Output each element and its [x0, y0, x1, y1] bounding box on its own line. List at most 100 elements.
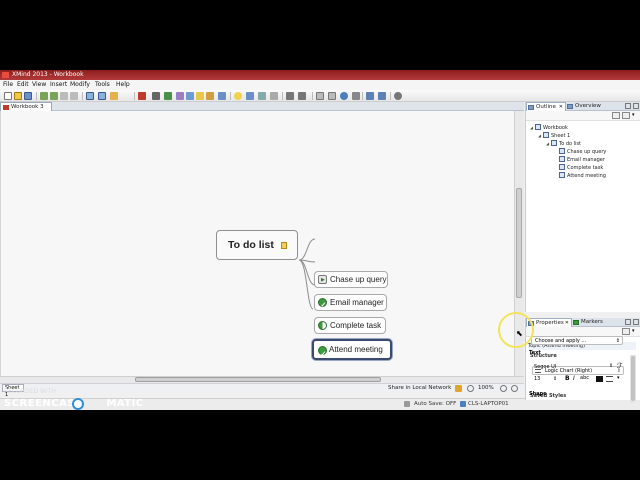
autosave-status[interactable]: Auto Save: OFF [414, 400, 456, 408]
saved-styles-select[interactable]: Choose and apply ... ⇕ [531, 336, 623, 345]
attachment-icon[interactable] [206, 92, 214, 100]
menu-tools[interactable]: Tools [95, 80, 110, 90]
chevron-down-icon[interactable]: ▾ [617, 375, 620, 381]
strikethrough-icon[interactable]: abc [580, 375, 589, 381]
xmind-window: XMind 2013 - Workbook File Edit View Ins… [0, 70, 640, 410]
label-icon[interactable] [246, 92, 254, 100]
computer-name: CLS-LAPTOP01 [468, 401, 509, 407]
web-icon[interactable] [340, 92, 348, 100]
font-dialog-icon[interactable]: ℱ [617, 362, 623, 370]
tab-overview[interactable]: Overview [566, 102, 606, 111]
central-topic[interactable]: To do list [216, 230, 298, 260]
topic-label: Complete task [330, 321, 382, 330]
topic-email-manager[interactable]: Email manager [314, 294, 387, 313]
callout-icon[interactable] [110, 92, 118, 100]
open-icon[interactable] [14, 92, 22, 100]
share-network-status[interactable]: Share in Local Network [388, 384, 451, 392]
menu-view[interactable]: View [32, 80, 46, 90]
cut-icon[interactable] [60, 92, 68, 100]
topic-icon [559, 156, 565, 162]
redo-icon[interactable] [50, 92, 58, 100]
expand-all-icon[interactable] [622, 112, 630, 119]
gear-icon[interactable] [394, 92, 402, 100]
sheet-icon [543, 132, 549, 138]
marker-icon[interactable] [138, 92, 146, 100]
tree-topic[interactable]: Complete task [559, 164, 603, 172]
task-done-icon[interactable] [318, 346, 327, 363]
tree-workbook[interactable]: ◢ Workbook [530, 124, 568, 132]
menu-file[interactable]: File [3, 80, 13, 90]
tab-workbook[interactable]: Workbook 3 [0, 102, 52, 111]
share-icon[interactable] [366, 92, 374, 100]
view-menu-icon[interactable]: ▾ [632, 112, 638, 119]
chevron-down-icon[interactable]: ⇕ [553, 376, 557, 382]
audio-icon[interactable] [270, 92, 278, 100]
tab-properties-label: Properties [536, 320, 564, 326]
properties-scroll-thumb[interactable] [631, 356, 635, 401]
align-icon[interactable] [606, 376, 613, 382]
topic-complete-task[interactable]: Complete task [314, 317, 386, 334]
font-size-field[interactable]: 13 [534, 376, 540, 382]
italic-icon[interactable]: I [573, 375, 575, 382]
autosave-icon [404, 401, 410, 407]
relationship-icon[interactable] [152, 92, 160, 100]
tab-workbook-label: Workbook 3 [11, 104, 44, 110]
task-done-icon[interactable] [318, 298, 327, 313]
branch-line [298, 259, 314, 310]
task-start-icon[interactable] [318, 275, 327, 284]
horizontal-scroll-thumb[interactable] [135, 377, 381, 382]
note-icon[interactable] [281, 242, 287, 249]
zoom-in-icon[interactable] [500, 385, 507, 392]
presentation-icon[interactable] [316, 92, 324, 100]
title-bar: XMind 2013 - Workbook [0, 70, 640, 80]
menu-modify[interactable]: Modify [70, 80, 90, 90]
menu-insert[interactable]: Insert [50, 80, 67, 90]
tree-topic[interactable]: Email manager [559, 156, 605, 164]
drill-up-icon[interactable] [298, 92, 306, 100]
topic-chase-up-query[interactable]: Chase up query [314, 271, 388, 288]
gantt-icon[interactable] [328, 92, 336, 100]
save-icon[interactable] [24, 92, 32, 100]
fit-map-icon[interactable] [511, 385, 518, 392]
minimize-icon[interactable] [625, 103, 631, 109]
tree-sheet[interactable]: ◢ Sheet 1 [538, 132, 570, 140]
undo-icon[interactable] [40, 92, 48, 100]
summary-icon[interactable] [176, 92, 184, 100]
editor-tab-strip: Workbook 3 [0, 102, 524, 111]
bold-icon[interactable]: B [565, 375, 570, 382]
tab-outline[interactable]: Outline ✕ [526, 102, 566, 111]
maximize-icon[interactable] [633, 103, 639, 109]
maximize-icon[interactable] [633, 319, 639, 325]
text-color-icon[interactable] [596, 376, 603, 382]
menu-help[interactable]: Help [116, 80, 130, 90]
subtopic-icon[interactable] [98, 92, 106, 100]
task-icon[interactable] [258, 92, 266, 100]
idea-icon[interactable] [234, 92, 242, 100]
note-icon[interactable] [196, 92, 204, 100]
zoom-out-icon[interactable] [467, 385, 474, 392]
topic-icon[interactable] [86, 92, 94, 100]
tree-topic[interactable]: Attend meeting [559, 172, 606, 180]
image-icon[interactable] [186, 92, 194, 100]
view-menu-icon[interactable]: ▾ [632, 328, 638, 335]
font-select[interactable]: Segoe UI ⇕ ℱ [531, 362, 623, 372]
tree-central-topic[interactable]: ◢ To do list [546, 140, 581, 148]
task-half-icon[interactable] [318, 321, 327, 330]
brainstorm-icon[interactable] [352, 92, 360, 100]
drill-down-icon[interactable] [286, 92, 294, 100]
paint-icon[interactable] [622, 328, 630, 335]
tree-topic[interactable]: Chase up query [559, 148, 606, 156]
outline-icon [528, 105, 534, 110]
menu-edit[interactable]: Edit [17, 80, 29, 90]
boundary-icon[interactable] [164, 92, 172, 100]
copy-icon[interactable] [70, 92, 78, 100]
topic-attend-meeting[interactable]: Attend meeting [312, 339, 392, 363]
filter-icon[interactable] [455, 385, 462, 392]
vertical-scroll-thumb[interactable] [516, 188, 522, 298]
minimize-icon[interactable] [625, 319, 631, 325]
tab-markers[interactable]: Markers [572, 318, 608, 327]
upload-icon[interactable] [378, 92, 386, 100]
hyperlink-icon[interactable] [218, 92, 226, 100]
collapse-all-icon[interactable] [612, 112, 620, 119]
new-icon[interactable] [4, 92, 12, 100]
